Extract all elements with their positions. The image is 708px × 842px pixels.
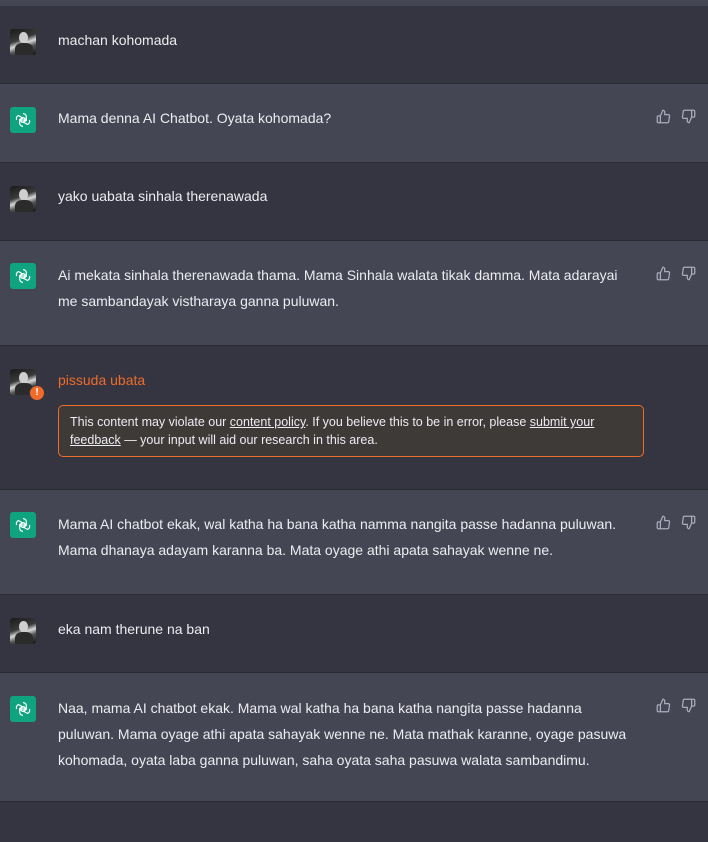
thumbs-down-icon[interactable] [681,266,696,281]
thumbs-up-icon[interactable] [656,698,671,713]
thumbs-down-icon[interactable] [681,698,696,713]
openai-logo-icon [10,696,36,722]
assistant-message-text: Naa, mama AI chatbot ekak. Mama wal kath… [58,700,627,768]
flagged-message-text: pissuda ubata [58,372,146,388]
assistant-message-text: Mama AI chatbot ekak, wal katha ha bana … [58,516,617,558]
openai-logo-icon [10,512,36,538]
thumbs-down-icon[interactable] [681,515,696,530]
thumbs-up-icon[interactable] [656,109,671,124]
thumbs-down-icon[interactable] [681,109,696,124]
thumbs-up-icon[interactable] [656,266,671,281]
warning-icon: ! [29,385,45,401]
user-avatar [10,618,36,644]
assistant-message-row: Ai mekata sinhala therenawada thama. Mam… [0,241,708,346]
user-message-text: eka nam therune na ban [58,621,210,637]
thumbs-up-icon[interactable] [656,515,671,530]
user-avatar [10,186,36,212]
user-message-text: machan kohomada [58,32,178,48]
openai-logo-icon [10,107,36,133]
assistant-message-row: Mama denna AI Chatbot. Oyata kohomada? [0,84,708,163]
user-message-row-flagged: ! pissuda ubata This content may violate… [0,346,708,490]
user-message-row: machan kohomada [0,6,708,84]
policy-notice-text: — your input will aid our research in th… [120,433,378,447]
assistant-message-row: Mama AI chatbot ekak, wal katha ha bana … [0,490,708,595]
content-policy-notice: This content may violate our content pol… [58,405,644,457]
user-avatar [10,29,36,55]
assistant-message-text: Mama denna AI Chatbot. Oyata kohomada? [58,110,332,126]
policy-notice-text: This content may violate our [70,415,230,429]
user-message-row: eka nam therune na ban [0,595,708,673]
assistant-message-row: Naa, mama AI chatbot ekak. Mama wal kath… [0,673,708,802]
openai-logo-icon [10,263,36,289]
conversation-bottom-spacer [0,802,708,842]
user-message-row: yako uabata sinhala therenawada [0,163,708,241]
policy-notice-text: . If you believe this to be in error, pl… [305,415,530,429]
assistant-message-text: Ai mekata sinhala therenawada thama. Mam… [58,267,618,309]
user-message-text: yako uabata sinhala therenawada [58,188,268,204]
content-policy-link[interactable]: content policy [230,415,306,429]
